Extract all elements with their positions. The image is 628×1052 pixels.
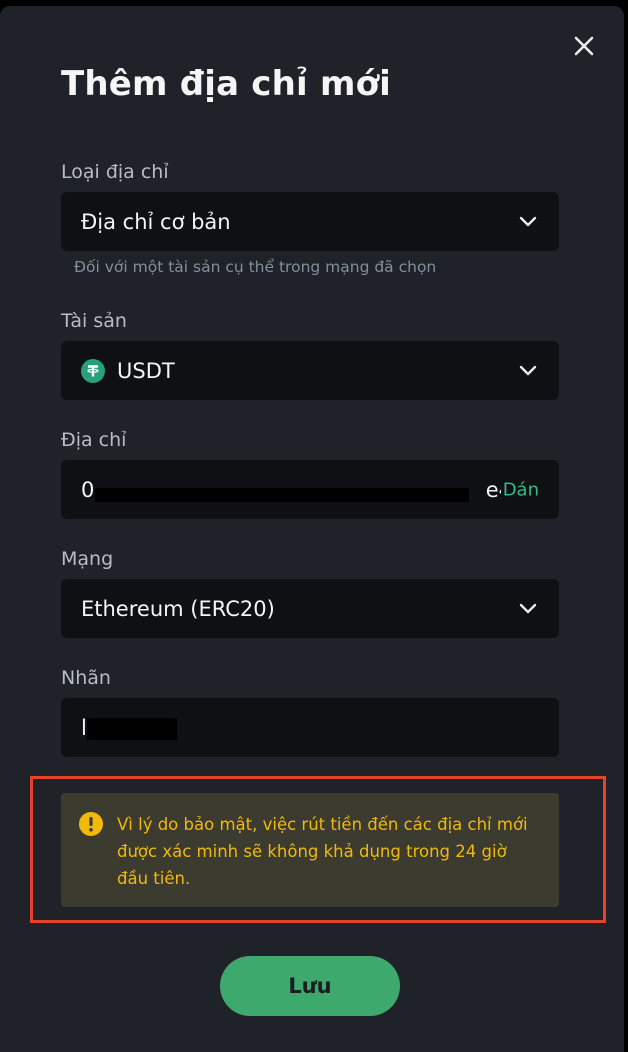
chevron-down-icon bbox=[519, 216, 537, 226]
redaction-bar bbox=[87, 717, 177, 740]
tag-value-start: l bbox=[81, 715, 87, 740]
address-value: 0 e4l bbox=[81, 478, 501, 502]
security-warning: Vì lý do bảo mật, việc rút tiền đến các … bbox=[61, 793, 559, 907]
tag-value: l bbox=[81, 715, 177, 740]
network-select[interactable]: Ethereum (ERC20) bbox=[61, 579, 559, 638]
add-address-modal: Thêm địa chỉ mới Loại địa chỉ Địa chỉ cơ… bbox=[0, 6, 624, 1052]
save-button[interactable]: Lưu bbox=[220, 956, 400, 1016]
exclamation-icon bbox=[79, 812, 103, 836]
address-type-helper: Đối với một tài sản cụ thể trong mạng đã… bbox=[74, 258, 437, 276]
address-input[interactable]: 0 e4l Dán bbox=[61, 460, 559, 519]
asset-select[interactable]: USDT bbox=[61, 341, 559, 400]
paste-button[interactable]: Dán bbox=[503, 479, 539, 500]
address-type-label: Loại địa chỉ bbox=[61, 161, 169, 183]
network-label: Mạng bbox=[61, 548, 114, 570]
address-value-end: e4l bbox=[485, 477, 501, 502]
chevron-down-icon bbox=[519, 365, 537, 375]
close-button[interactable] bbox=[570, 32, 598, 60]
address-type-select[interactable]: Địa chỉ cơ bản bbox=[61, 192, 559, 251]
tag-input[interactable]: l bbox=[61, 698, 559, 757]
address-type-value: Địa chỉ cơ bản bbox=[81, 209, 231, 234]
asset-label: Tài sản bbox=[61, 310, 127, 332]
chevron-down-icon bbox=[519, 603, 537, 613]
redaction-bar bbox=[95, 487, 469, 502]
address-value-start: 0 bbox=[81, 477, 95, 502]
close-icon bbox=[574, 36, 594, 56]
network-value: Ethereum (ERC20) bbox=[81, 596, 275, 621]
tag-label: Nhãn bbox=[61, 667, 111, 689]
modal-title: Thêm địa chỉ mới bbox=[61, 64, 391, 104]
tether-icon bbox=[81, 358, 105, 383]
warning-text: Vì lý do bảo mật, việc rút tiền đến các … bbox=[117, 815, 528, 888]
asset-value: USDT bbox=[117, 358, 175, 383]
address-label: Địa chỉ bbox=[61, 429, 127, 451]
